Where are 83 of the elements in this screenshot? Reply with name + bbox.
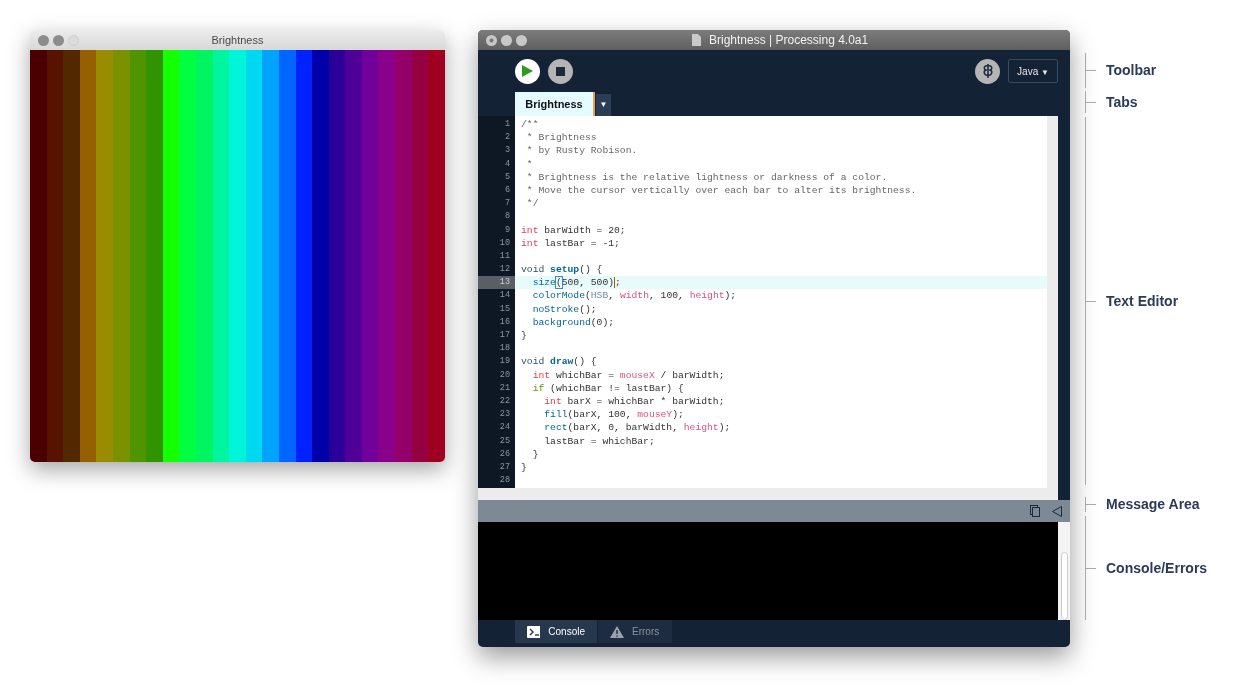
code-line: if (whichBar != lastBar) { <box>531 381 685 395</box>
code-line: int barX = whichBar * barWidth; <box>543 394 726 409</box>
code-line: colorMode(HSB, width, 100, height); <box>531 289 738 303</box>
scrollbar[interactable] <box>478 488 1058 500</box>
scrollbar[interactable] <box>1047 116 1058 488</box>
console-tab[interactable]: Errors <box>598 620 672 643</box>
code-line: * Brightness is the relative lightness or darkness of a color. <box>525 170 889 184</box>
document-icon <box>692 34 701 46</box>
line-number: 14 <box>498 289 511 303</box>
code-line: void draw() { <box>520 355 598 369</box>
code-line: fill(barX, 100, mouseY); <box>543 408 685 422</box>
mode-dropdown[interactable]: Java ▼ <box>1008 59 1058 83</box>
code-line: /** <box>520 118 540 132</box>
code-line: background(0); <box>531 315 616 329</box>
line-number: 5 <box>503 170 511 184</box>
line-number: 11 <box>498 249 511 263</box>
line-number: 7 <box>503 197 511 211</box>
line-number: 16 <box>498 315 511 329</box>
text-cursor <box>614 277 616 289</box>
code-line: } <box>520 329 528 343</box>
line-number: 12 <box>498 263 511 277</box>
line-number: 24 <box>498 421 511 435</box>
editor-tab[interactable]: Brightness <box>515 92 595 116</box>
line-number: 3 <box>503 144 511 158</box>
collapse-icon[interactable] <box>1052 505 1062 517</box>
code-line: } <box>520 460 528 475</box>
minimize-button[interactable] <box>501 34 512 46</box>
annotation-label: Text Editor <box>1106 291 1179 311</box>
line-number: 26 <box>498 447 511 461</box>
line-number: 23 <box>498 408 511 422</box>
line-number: 17 <box>498 329 511 342</box>
line-number: 6 <box>503 183 511 197</box>
text-editor[interactable] <box>478 116 1070 488</box>
line-number: 10 <box>498 236 511 250</box>
window-title: Brightness | Processing 4.0a1 <box>709 32 869 49</box>
annotation-label: Message Area <box>1106 495 1200 514</box>
line-number: 27 <box>498 460 511 474</box>
window-title: Brightness <box>211 32 264 48</box>
code-line: * Move the cursor vertically over each bar to alter its brightness. <box>525 183 918 198</box>
line-number: 9 <box>503 223 511 237</box>
warning-icon <box>610 625 624 638</box>
zoom-button[interactable] <box>516 34 527 46</box>
annotation-label: Tabs <box>1106 92 1138 112</box>
terminal-icon <box>527 625 541 638</box>
code-line: } <box>531 447 540 461</box>
tab-menu-button[interactable]: ▼ <box>596 94 611 116</box>
line-number: 8 <box>503 210 511 224</box>
code-line: * by Rusty Robison. <box>525 144 639 158</box>
console-tab[interactable]: Console <box>515 620 597 643</box>
line-number: 19 <box>498 355 511 369</box>
line-number: 25 <box>498 434 511 448</box>
code-line: rect(barX, 0, barWidth, height); <box>543 421 732 435</box>
play-icon <box>522 65 533 77</box>
stop-icon <box>556 66 565 76</box>
debug-button[interactable] <box>975 58 1000 84</box>
code-line: * <box>525 157 534 171</box>
code-line: int whichBar = mouseX / barWidth; <box>531 368 726 382</box>
line-number: 2 <box>503 131 511 145</box>
code-line: * Brightness <box>525 131 598 145</box>
minimize-button[interactable] <box>53 35 64 46</box>
annotation-label: Toolbar <box>1106 61 1157 80</box>
line-number: 28 <box>498 474 511 488</box>
code-line: noStroke(); <box>531 302 598 316</box>
code-line: lastBar = whichBar; <box>543 434 656 448</box>
line-number: 15 <box>498 302 511 316</box>
scrollbar[interactable] <box>1058 522 1070 620</box>
line-number: 22 <box>498 394 511 408</box>
code-line: int lastBar = -1; <box>520 236 621 250</box>
line-number: 21 <box>498 381 511 395</box>
stop-button[interactable] <box>548 58 573 84</box>
copy-icon[interactable] <box>1030 505 1040 517</box>
close-button[interactable] <box>486 34 497 46</box>
line-number: 4 <box>503 157 511 171</box>
line-number: 20 <box>498 368 511 382</box>
code-line: void setup() { <box>520 263 604 277</box>
annotation-label: Console/Errors <box>1106 558 1208 578</box>
line-number: 13 <box>478 276 515 290</box>
run-button[interactable] <box>515 58 540 84</box>
line-number: 18 <box>498 342 511 356</box>
code-line: */ <box>525 197 540 211</box>
line-number: 1 <box>503 118 511 131</box>
code-line: int barWidth = 20; <box>520 223 627 237</box>
close-button[interactable] <box>38 35 49 46</box>
